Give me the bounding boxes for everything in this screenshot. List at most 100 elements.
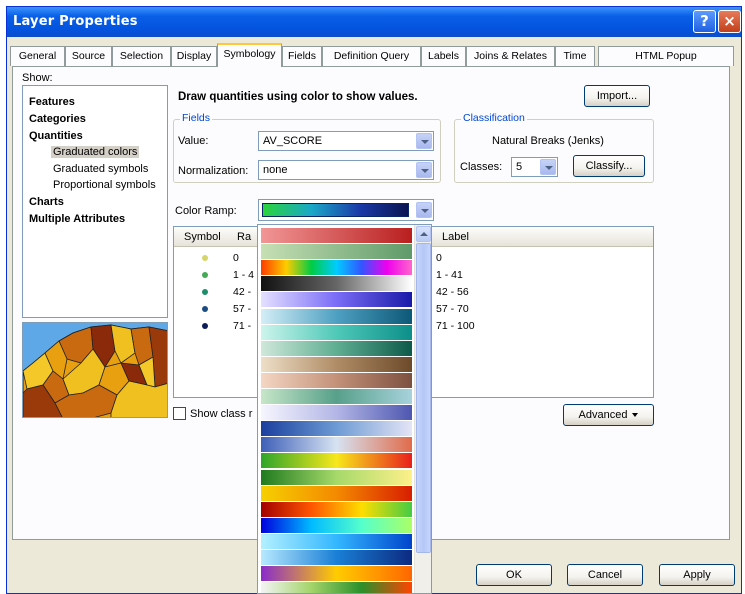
label-column-header[interactable]: Label [442,231,469,243]
color-ramp-option[interactable] [260,549,413,566]
value-field-value: AV_SCORE [263,135,323,147]
tab-time[interactable]: Time [555,46,595,66]
color-ramp-option[interactable] [260,371,413,389]
tab-symbology[interactable]: Symbology [217,43,282,67]
show-tree[interactable]: Features Categories Quantities Graduated… [22,85,168,318]
range-column-header[interactable]: Ra [237,231,251,243]
show-label: Show: [22,72,53,84]
color-ramp-option[interactable] [260,581,413,593]
class-label[interactable]: 1 - 41 [436,269,463,281]
advanced-button[interactable]: Advanced [563,404,654,426]
tab-selection[interactable]: Selection [112,46,171,66]
color-ramp-option[interactable] [260,532,413,550]
color-ramp-option[interactable] [260,500,413,518]
color-ramp-option[interactable] [260,243,413,261]
advanced-label: Advanced [578,409,628,421]
normalization-value: none [263,164,288,176]
chevron-down-icon [632,413,639,418]
chevron-down-icon[interactable] [540,159,556,175]
color-ramp-dropdown-list[interactable] [257,224,432,594]
color-ramp-dropdown[interactable] [258,199,434,221]
color-ramp-option[interactable] [260,516,413,534]
color-ramp-option[interactable] [260,388,413,405]
class-symbol[interactable] [202,289,208,295]
value-label: Value: [178,135,209,147]
color-ramp-option[interactable] [260,355,413,373]
window-title: Layer Properties [13,14,138,29]
show-item-multiple-attributes[interactable]: Multiple Attributes [29,213,125,225]
color-ramp-option[interactable] [260,259,413,277]
show-class-ranges-checkbox[interactable] [173,407,186,420]
tab-labels[interactable]: Labels [421,46,466,66]
show-item-graduated-symbols[interactable]: Graduated symbols [53,163,148,175]
color-ramp-label: Color Ramp: [175,205,237,217]
tab-joins-relates[interactable]: Joins & Relates [466,46,555,66]
classes-dropdown[interactable]: 5 [511,157,558,177]
normalization-label: Normalization: [178,165,249,177]
africa-map-graphic [23,324,167,417]
classification-method: Natural Breaks (Jenks) [492,135,604,147]
show-item-graduated-colors[interactable]: Graduated colors [51,146,140,158]
color-ramp-option[interactable] [260,404,413,422]
color-ramp-option[interactable] [260,468,413,486]
selected-color-ramp [262,203,409,217]
color-ramp-option[interactable] [260,484,413,502]
ok-button[interactable]: OK [476,564,552,586]
tab-display[interactable]: Display [171,46,217,66]
tab-html-popup[interactable]: HTML Popup [598,46,734,66]
close-button[interactable]: × [718,10,741,33]
class-symbol[interactable] [202,272,208,278]
classes-label: Classes: [460,161,503,173]
symbol-column-header[interactable]: Symbol [184,231,221,243]
show-class-ranges-label: Show class r [190,408,253,420]
color-ramp-option[interactable] [260,307,413,325]
class-range[interactable]: 57 - [233,303,251,315]
class-symbol[interactable] [202,323,208,329]
color-ramp-option[interactable] [260,420,413,438]
title-bar[interactable]: Layer Properties ? × [7,7,741,37]
class-range[interactable]: 71 - [233,320,251,332]
chevron-down-icon[interactable] [416,133,432,149]
classify-button[interactable]: Classify... [573,155,645,177]
color-ramp-option[interactable] [260,227,413,244]
chevron-down-icon[interactable] [416,202,432,218]
scroll-up-icon[interactable] [416,226,431,242]
import-button[interactable]: Import... [584,85,650,107]
ramp-list-scrollbar[interactable] [414,225,431,593]
class-label[interactable]: 0 [436,252,442,264]
preview-map-image [22,322,168,418]
help-button[interactable]: ? [693,10,716,33]
class-symbol[interactable] [202,306,208,312]
color-ramp-option[interactable] [260,452,413,470]
color-ramp-option[interactable] [260,436,413,454]
value-field-dropdown[interactable]: AV_SCORE [258,131,434,151]
fields-group-title: Fields [180,112,213,124]
class-symbol[interactable] [202,255,208,261]
class-range[interactable]: 1 - 4 [233,269,254,281]
show-item-features[interactable]: Features [29,96,75,108]
color-ramp-option[interactable] [260,565,413,583]
color-ramp-option[interactable] [260,275,413,293]
color-ramp-option[interactable] [260,323,413,341]
cancel-button[interactable]: Cancel [567,564,643,586]
class-label[interactable]: 42 - 56 [436,286,469,298]
chevron-down-icon[interactable] [416,162,432,178]
color-ramp-option[interactable] [260,339,413,357]
symbology-heading: Draw quantities using color to show valu… [178,91,418,103]
class-label[interactable]: 71 - 100 [436,320,475,332]
show-item-categories[interactable]: Categories [29,113,86,125]
tab-source[interactable]: Source [65,46,112,66]
tab-definition-query[interactable]: Definition Query [322,46,421,66]
show-item-quantities[interactable]: Quantities [29,130,83,142]
apply-button[interactable]: Apply [659,564,735,586]
show-item-charts[interactable]: Charts [29,196,64,208]
tab-general[interactable]: General [10,46,65,66]
class-range[interactable]: 0 [233,252,239,264]
normalization-dropdown[interactable]: none [258,160,434,180]
tab-fields[interactable]: Fields [282,46,322,66]
scrollbar-thumb[interactable] [416,243,431,553]
class-range[interactable]: 42 - [233,286,251,298]
class-label[interactable]: 57 - 70 [436,303,469,315]
color-ramp-option[interactable] [260,291,413,309]
show-item-proportional-symbols[interactable]: Proportional symbols [53,179,156,191]
